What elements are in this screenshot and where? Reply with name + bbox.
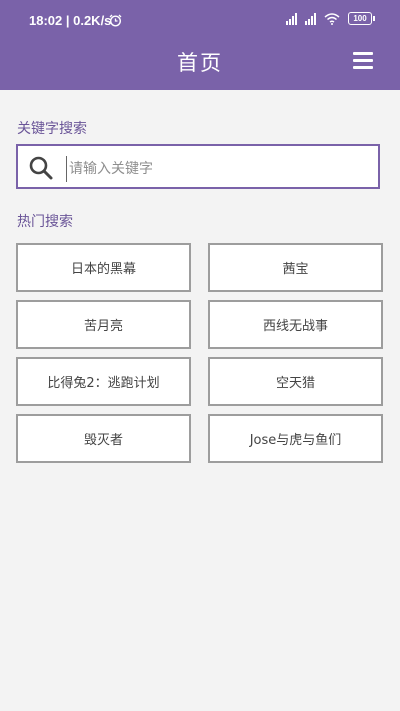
status-icons: 100	[286, 12, 375, 25]
hot-search-item[interactable]: 毁灭者	[16, 414, 191, 463]
search-section-label: 关键字搜索	[17, 121, 87, 137]
search-input[interactable]	[66, 156, 371, 182]
hot-search-item[interactable]: 空天猎	[208, 357, 383, 406]
alarm-icon	[109, 14, 122, 27]
hot-section-label: 热门搜索	[17, 214, 73, 230]
app-header: 18:02 | 0.2K/s 100 首页	[0, 0, 400, 90]
status-time: 18:02 | 0.2K/s	[29, 13, 112, 28]
menu-button[interactable]	[353, 52, 373, 70]
hot-search-item[interactable]: 苦月亮	[16, 300, 191, 349]
page-title: 首页	[177, 51, 223, 75]
hot-search-item[interactable]: Jose与虎与鱼们	[208, 414, 383, 463]
signal-icon	[305, 12, 316, 25]
hot-search-item[interactable]: 日本的黑幕	[16, 243, 191, 292]
search-icon	[29, 156, 53, 180]
battery-icon: 100	[348, 12, 375, 25]
signal-icon	[286, 12, 297, 25]
search-box[interactable]	[16, 144, 380, 189]
status-bar: 18:02 | 0.2K/s 100	[0, 0, 400, 40]
wifi-icon	[324, 12, 340, 25]
hot-search-item[interactable]: 西线无战事	[208, 300, 383, 349]
hot-search-item[interactable]: 比得兔2：逃跑计划	[16, 357, 191, 406]
hot-search-item[interactable]: 茜宝	[208, 243, 383, 292]
